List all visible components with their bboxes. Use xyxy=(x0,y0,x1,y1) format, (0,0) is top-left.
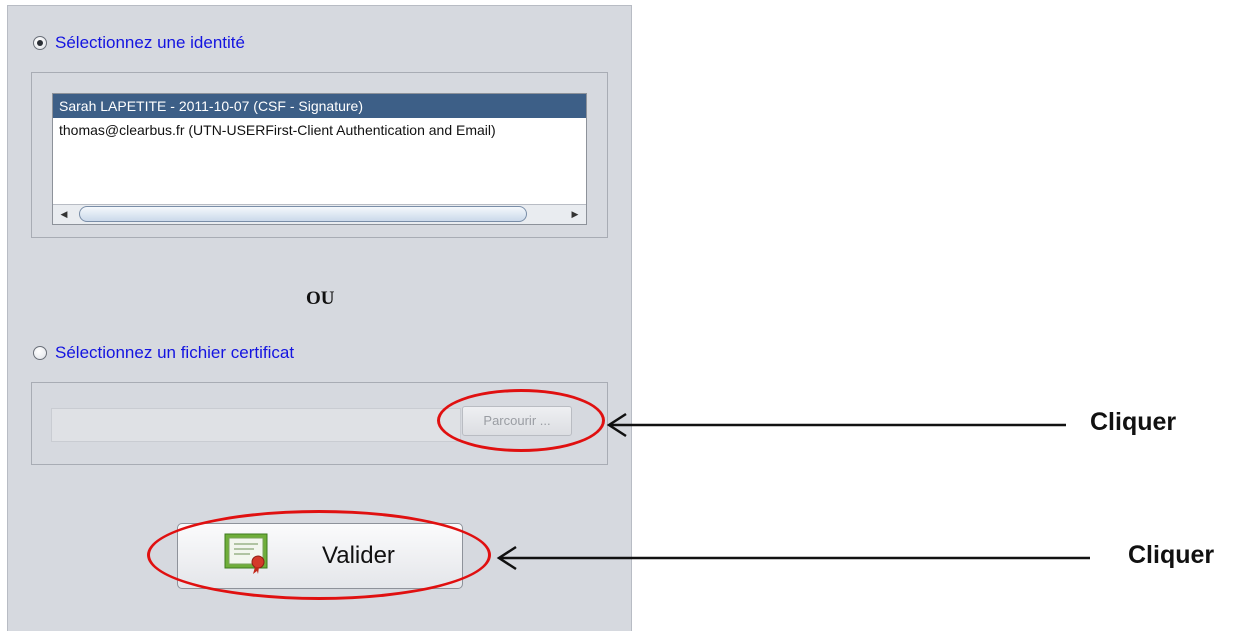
arrow-to-browse xyxy=(606,412,1066,438)
arrow-to-validate xyxy=(496,545,1090,571)
annotation-click-label-browse: Cliquer xyxy=(1090,408,1177,436)
annotation-click-label-validate: Cliquer xyxy=(1128,541,1215,569)
annotation-arrows xyxy=(496,412,1090,571)
